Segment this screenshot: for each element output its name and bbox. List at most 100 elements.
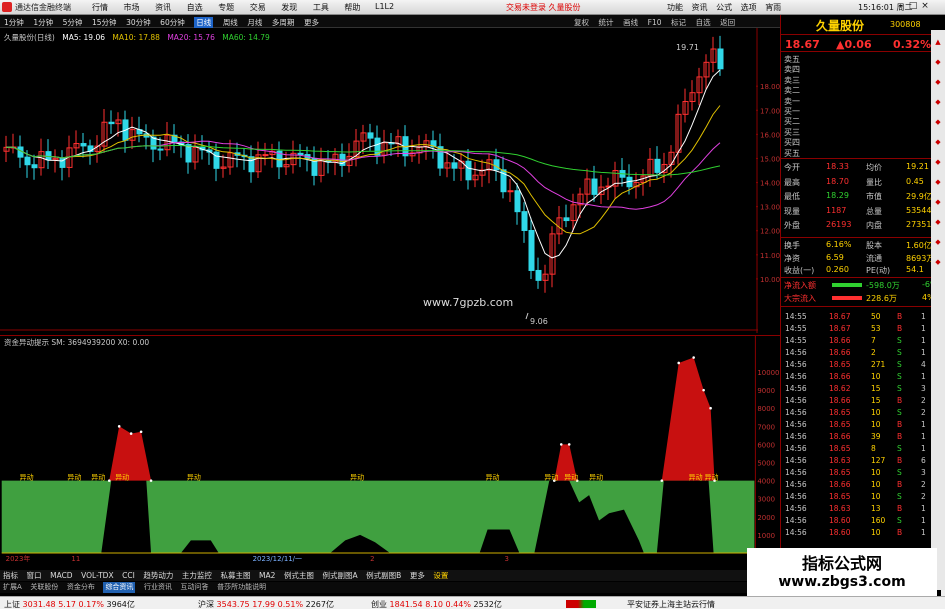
sidebar-tool-icon[interactable]: ◆ <box>931 238 945 250</box>
sz-index[interactable]: 沪深 3543.75 17.99 0.51% 2267亿 <box>198 599 334 609</box>
date-label: 2 <box>370 555 374 563</box>
indicator-chart[interactable]: 10000 9000 8000 7000 6000 5000 4000 3000 2000 100… <box>0 335 780 563</box>
menu-item[interactable]: 帮助 <box>344 2 360 13</box>
period-tab[interactable]: 月线 <box>247 17 262 28</box>
tick-price: 18.63 <box>829 504 851 513</box>
candlestick-chart[interactable]: 19.71 9.06 18.00 17.00 16.00 15.00 14.00 13.0… <box>0 28 780 333</box>
info-tab[interactable]: 行业资讯 <box>144 582 172 593</box>
maximize-icon[interactable]: □ <box>907 1 919 11</box>
tool-button[interactable]: 复权 <box>574 17 589 28</box>
menu-item[interactable]: 功能 <box>667 3 683 12</box>
tick-price: 18.65 <box>829 420 851 429</box>
stat-value: 18.29 <box>826 191 849 200</box>
price-axis-label: 11.00 <box>760 252 780 260</box>
stock-name[interactable]: 久量股份 <box>816 17 864 34</box>
indicator-tab[interactable]: MA2 <box>259 570 275 581</box>
period-tab[interactable]: 1分钟 <box>33 17 53 28</box>
menu-item[interactable]: 行情 <box>92 2 108 13</box>
trade-notice[interactable]: 交易未登录 久量股份 <box>506 2 581 13</box>
stat-value: 6.59 <box>826 252 844 262</box>
tick-time: 14:56 <box>785 444 807 453</box>
sidebar-tool-icon[interactable]: ◆ <box>931 178 945 190</box>
sidebar-tool-icon[interactable]: ◆ <box>931 198 945 210</box>
menu-item[interactable]: 专题 <box>218 2 234 13</box>
indicator-tab[interactable]: 趋势动力 <box>143 570 173 581</box>
indicator-tab[interactable]: VOL-TDX <box>81 570 113 581</box>
tick-time: 14:56 <box>785 504 807 513</box>
period-tab[interactable]: 多周期 <box>272 17 295 28</box>
info-tab[interactable]: 互动问答 <box>181 582 209 593</box>
sh-index[interactable]: 上证 3031.48 5.17 0.17% 3964亿 <box>4 599 135 609</box>
indicator-axis-label: 3000 <box>757 496 775 504</box>
indicator-tab[interactable]: 指标 <box>3 570 18 581</box>
tick-side: S <box>897 408 902 417</box>
tool-button[interactable]: 画线 <box>623 17 638 28</box>
info-tab-active[interactable]: 综合资讯 <box>103 582 136 593</box>
candle-down <box>521 211 528 231</box>
menu-item[interactable]: 资讯 <box>155 2 171 13</box>
menu-item[interactable]: 选项 <box>741 3 757 12</box>
sidebar-tool-icon[interactable]: ◆ <box>931 58 945 70</box>
tool-button[interactable]: 自选 <box>696 17 711 28</box>
indicator-tab-settings[interactable]: 设置 <box>433 570 448 581</box>
minimize-icon[interactable]: – <box>895 1 907 11</box>
sidebar-tool-icon[interactable]: ▲ <box>931 38 945 50</box>
peak-dot <box>709 406 712 410</box>
menu-item[interactable]: 工具 <box>313 2 329 13</box>
period-tab[interactable]: 60分钟 <box>160 17 185 28</box>
tick-volume: 160 <box>871 516 886 525</box>
info-tab[interactable]: 扩展A <box>3 582 22 593</box>
indicator-tab[interactable]: 窗口 <box>27 570 42 581</box>
menu-item[interactable]: 自选 <box>187 2 203 13</box>
sidebar-tool-icon[interactable]: ◆ <box>931 78 945 90</box>
info-tab[interactable]: 资金分布 <box>67 582 95 593</box>
menu-item[interactable]: 宵雨 <box>765 3 781 12</box>
right-menu: 功能 资讯 公式 选项 宵雨 <box>667 2 787 13</box>
period-tab[interactable]: 5分钟 <box>63 17 83 28</box>
cy-index[interactable]: 创业 1841.54 8.10 0.44% 2532亿 <box>371 599 502 609</box>
close-icon[interactable]: × <box>919 1 931 11</box>
sidebar-tool-icon[interactable]: ◆ <box>931 258 945 270</box>
anomaly-marker: 异动 <box>705 473 719 482</box>
menu-item[interactable]: 公式 <box>716 3 732 12</box>
menu-item[interactable]: 资讯 <box>692 3 708 12</box>
sidebar-tool-icon[interactable]: ◆ <box>931 138 945 150</box>
indicator-tab[interactable]: 私募主图 <box>220 570 250 581</box>
sidebar-tool-icon[interactable]: ◆ <box>931 98 945 110</box>
sidebar-tool-icon[interactable]: ◆ <box>931 158 945 170</box>
divider <box>781 237 941 238</box>
date-label: 11 <box>71 555 80 563</box>
cy-value: 1841.54 <box>389 600 423 609</box>
period-tab[interactable]: 1分钟 <box>4 17 24 28</box>
menu-item[interactable]: 发现 <box>281 2 297 13</box>
sidebar-tool-icon[interactable]: ◆ <box>931 218 945 230</box>
period-tab-active[interactable]: 日线 <box>194 17 214 28</box>
indicator-tab[interactable]: CCI <box>122 570 135 581</box>
menu-item[interactable]: 交易 <box>250 2 266 13</box>
tool-button[interactable]: 返回 <box>720 17 735 28</box>
indicator-tab[interactable]: MACD <box>50 570 72 581</box>
red-peak-area <box>661 357 715 481</box>
indicator-tab[interactable]: 更多 <box>410 570 425 581</box>
menu-item[interactable]: 市场 <box>124 2 140 13</box>
broker-label[interactable]: 平安证券上海主站云行情 <box>627 599 715 609</box>
candle-down <box>591 178 598 195</box>
tick-time: 14:56 <box>785 372 807 381</box>
period-tab[interactable]: 15分钟 <box>92 17 117 28</box>
tool-button[interactable]: F10 <box>648 18 662 27</box>
sidebar-tool-icon[interactable]: ◆ <box>931 118 945 130</box>
period-tab[interactable]: 30分钟 <box>126 17 151 28</box>
peak-dot <box>660 479 664 482</box>
indicator-tab[interactable]: 例式主图 <box>284 570 314 581</box>
info-tab[interactable]: 关联股份 <box>30 582 58 593</box>
indicator-tab[interactable]: 主力监控 <box>182 570 212 581</box>
period-tab[interactable]: 周线 <box>223 17 238 28</box>
tick-count: 1 <box>921 312 926 321</box>
tool-button[interactable]: 标记 <box>671 17 686 28</box>
period-tab[interactable]: 更多 <box>304 17 319 28</box>
indicator-tab[interactable]: 例式副图A <box>322 570 357 581</box>
info-tab[interactable]: 普莎所功能说明 <box>217 582 266 593</box>
price-axis-label: 17.00 <box>760 107 780 115</box>
indicator-tab[interactable]: 例式副图B <box>366 570 401 581</box>
tool-button[interactable]: 统计 <box>599 17 614 28</box>
